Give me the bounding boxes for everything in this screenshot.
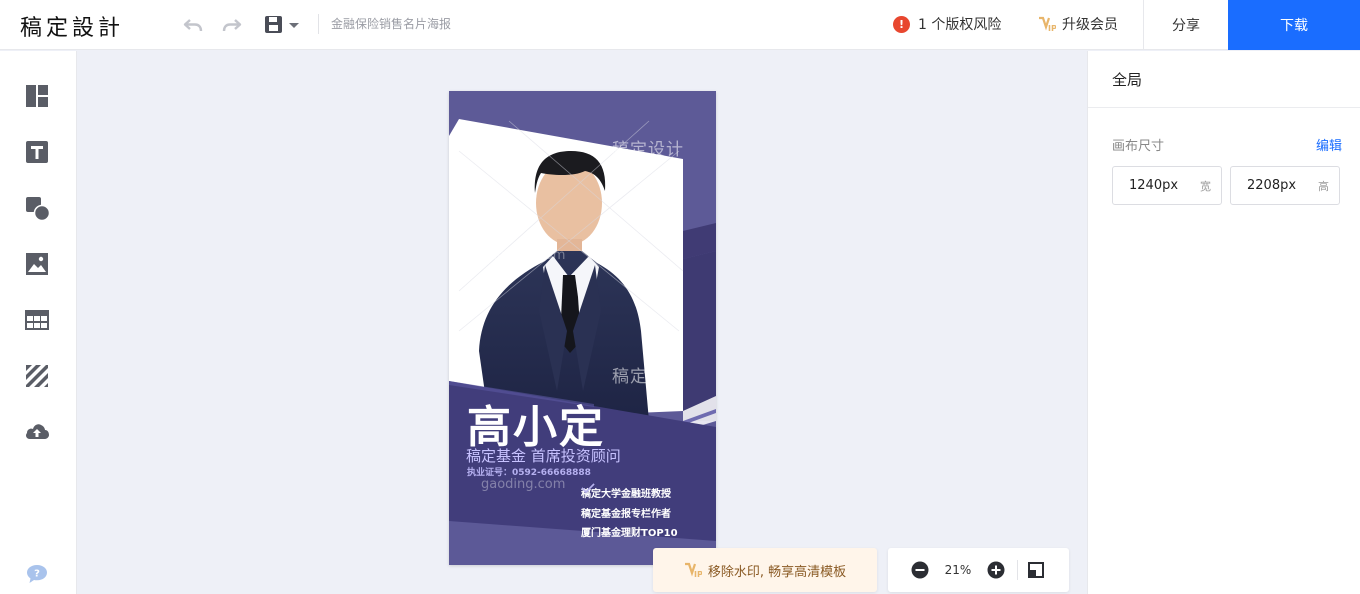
save-icon: [265, 16, 299, 33]
table-icon[interactable]: [23, 306, 51, 334]
text-icon[interactable]: [23, 138, 51, 166]
upload-icon[interactable]: [23, 418, 51, 446]
poster-subtitle: 稿定基金 首席投资顾问: [466, 447, 621, 465]
zoom-control: 21%: [888, 548, 1069, 592]
width-value: 1240px: [1129, 178, 1179, 193]
warning-icon: !: [893, 15, 910, 33]
app-logo[interactable]: 稿定設計: [20, 10, 124, 42]
layout-icon[interactable]: [23, 82, 51, 110]
svg-text:?: ?: [34, 569, 40, 580]
fit-screen-icon[interactable]: [1028, 562, 1044, 578]
list-item: 厦门基金理财TOP10: [581, 483, 678, 542]
height-unit: 高: [1318, 179, 1329, 193]
top-bar: 稿定設計 金融保险销售名片海报 ! 1 个版权风险 IP 升级会员 分享 下载: [0, 0, 1360, 50]
svg-text:IP: IP: [1048, 24, 1056, 32]
vip-icon: IP: [1039, 16, 1056, 32]
watermark-url: gaoding.com: [481, 477, 566, 492]
upgrade-membership-button[interactable]: IP 升级会员: [1038, 13, 1118, 35]
tool-rail: ?: [0, 51, 77, 594]
list-item: 稿定基金报专栏作者: [581, 483, 678, 523]
download-button[interactable]: 下载: [1228, 0, 1360, 50]
properties-panel: 全局 画布尺寸 编辑 1240px 宽 2208px 高: [1087, 51, 1360, 594]
edit-size-link[interactable]: 编辑: [1316, 135, 1342, 154]
panel-title: 全局: [1112, 71, 1143, 89]
poster-license: 执业证号：0592-66668888: [467, 468, 591, 478]
shape-icon[interactable]: [23, 194, 51, 222]
height-field[interactable]: 2208px 高: [1230, 166, 1340, 205]
check-icon: [581, 483, 595, 493]
copyright-risk-indicator[interactable]: ! 1 个版权风险: [893, 13, 1001, 35]
width-unit: 宽: [1200, 179, 1211, 193]
copyright-risk-label: 1 个版权风险: [918, 17, 1002, 33]
divider: [1017, 560, 1018, 580]
texture-icon[interactable]: [23, 362, 51, 390]
width-field[interactable]: 1240px 宽: [1112, 166, 1222, 205]
document-title[interactable]: 金融保险销售名片海报: [318, 14, 451, 34]
remove-watermark-promo[interactable]: IP 移除水印, 畅享高清模板: [653, 548, 877, 592]
height-value: 2208px: [1247, 178, 1297, 193]
remove-watermark-label: 移除水印, 畅享高清模板: [707, 564, 847, 580]
save-menu-button[interactable]: [262, 13, 302, 37]
zoom-level[interactable]: 21%: [938, 561, 978, 579]
upgrade-label: 升级会员: [1062, 17, 1118, 33]
svg-text:IP: IP: [694, 570, 702, 578]
watermark-brand: 稿定设计: [612, 140, 684, 160]
share-button[interactable]: 分享: [1143, 0, 1228, 50]
watermark-url: gaoding.com: [481, 248, 566, 263]
watermark-brand: 稿定设计: [612, 367, 684, 387]
bullet-text: 稿定基金报专栏作者: [581, 508, 671, 520]
vip-icon: IP: [684, 562, 702, 578]
divider: [1088, 107, 1360, 108]
list-item: 稿定大学金融班教授: [581, 483, 678, 503]
poster-canvas[interactable]: 稿定设计 稿定设计 gaoding.com gaoding.com 高小定 稿定…: [449, 91, 716, 565]
bullet-text: 厦门基金理财TOP10: [581, 528, 678, 540]
redo-icon[interactable]: [220, 13, 244, 37]
zoom-out-icon[interactable]: [911, 561, 929, 579]
poster-bullet-list: 稿定大学金融班教授 稿定基金报专栏作者 厦门基金理财TOP10: [581, 483, 678, 542]
canvas-size-label: 画布尺寸: [1112, 139, 1165, 154]
zoom-in-icon[interactable]: [987, 561, 1005, 579]
undo-icon[interactable]: [181, 13, 205, 37]
help-icon[interactable]: ?: [26, 564, 48, 584]
image-icon[interactable]: [23, 250, 51, 278]
